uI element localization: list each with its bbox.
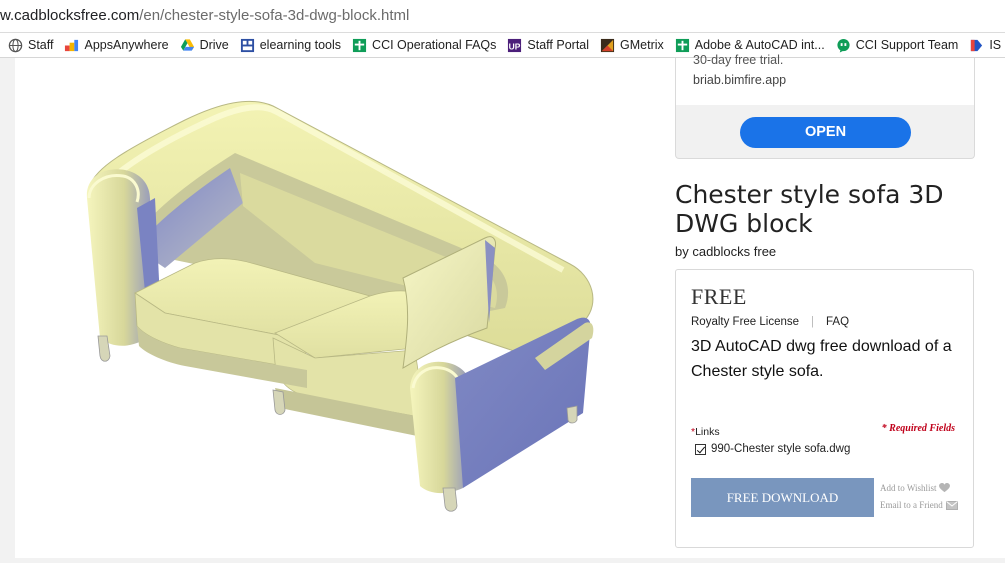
- bookmark-label: elearning tools: [259, 38, 342, 52]
- product-image[interactable]: [15, 58, 660, 558]
- file-name: 990-Chester style sofa.dwg: [711, 443, 851, 455]
- bookmark-label: Staff: [28, 38, 54, 52]
- add-to-wishlist-link[interactable]: Add to Wishlist: [880, 483, 951, 493]
- required-fields-note: * Required Fields: [881, 423, 955, 434]
- faq-link[interactable]: FAQ: [826, 316, 849, 328]
- bookmark-cci-support-team[interactable]: CCI Support Team: [836, 38, 959, 53]
- bookmark-label: IS: [989, 38, 1002, 52]
- ad-text-area: 30-day free trial. briab.bimfire.app: [676, 53, 974, 105]
- globe-icon: [8, 38, 23, 52]
- address-bar[interactable]: w.cadblocksfree.com/en/chester-style-sof…: [0, 0, 1005, 33]
- file-checkbox[interactable]: [695, 443, 706, 455]
- separator: |: [811, 316, 815, 328]
- bookmark-elearning-tools[interactable]: elearning tools: [240, 38, 341, 53]
- links-label: *Links: [691, 426, 720, 438]
- bookmark-label: Adobe & AutoCAD int...: [694, 38, 825, 52]
- drive-icon: [180, 38, 194, 51]
- svg-text:UP: UP: [509, 41, 521, 51]
- bookmark-label: CCI Operational FAQs: [372, 38, 497, 52]
- bookmark-adobe-autocad[interactable]: Adobe & AutoCAD int...: [675, 38, 825, 53]
- bookmark-label: CCI Support Team: [855, 38, 959, 52]
- bookmark-staff[interactable]: Staff: [8, 38, 53, 53]
- bookmark-drive[interactable]: Drive: [180, 38, 229, 53]
- email-friend-label: Email to a Friend: [880, 500, 943, 510]
- license-link[interactable]: Royalty Free License: [691, 316, 799, 328]
- free-download-button[interactable]: FREE DOWNLOAD: [691, 478, 874, 517]
- sofa-render-image: [86, 100, 594, 512]
- bookmark-appsanywhere[interactable]: AppsAnywhere: [64, 38, 169, 53]
- green-plus-icon: [675, 38, 689, 52]
- file-option[interactable]: 990-Chester style sofa.dwg: [695, 443, 850, 455]
- ad-trial-text: 30-day free trial.: [693, 53, 784, 67]
- up-icon: UP: [508, 38, 522, 52]
- ad-open-button[interactable]: OPEN: [740, 117, 911, 148]
- bookmarks-bar: Staff AppsAnywhere Drive elearning tools…: [0, 33, 1005, 58]
- product-title: Chester style sofa 3D DWG block: [675, 180, 944, 238]
- gmetrix-icon: [600, 38, 615, 52]
- bookmark-label: GMetrix: [620, 38, 664, 52]
- email-friend-link[interactable]: Email to a Friend: [880, 500, 958, 510]
- green-plus-icon: [352, 38, 367, 52]
- bookmark-label: Staff Portal: [527, 38, 590, 52]
- license-row: Royalty Free License | FAQ: [691, 316, 849, 328]
- url-text[interactable]: w.cadblocksfree.com/en/chester-style-sof…: [0, 7, 409, 24]
- bookmark-staff-portal[interactable]: UP Staff Portal: [507, 38, 589, 53]
- bookmark-label: AppsAnywhere: [84, 38, 169, 52]
- apps-icon: [65, 39, 79, 51]
- heart-icon: [939, 483, 951, 493]
- ad-card: 30-day free trial. briab.bimfire.app OPE…: [675, 53, 975, 159]
- bookmark-is[interactable]: IS: [969, 38, 1001, 53]
- chat-icon: [837, 38, 850, 53]
- bookmark-label: Drive: [199, 38, 229, 52]
- page-content: 30-day free trial. briab.bimfire.app OPE…: [15, 53, 1005, 558]
- product-description: 3D AutoCAD dwg free download of a Cheste…: [691, 338, 952, 380]
- download-card: FREE Royalty Free License | FAQ 3D AutoCAD…: [675, 269, 974, 548]
- is-icon: [971, 39, 983, 51]
- bookmark-gmetrix[interactable]: GMetrix: [600, 38, 664, 53]
- wishlist-label: Add to Wishlist: [880, 483, 937, 493]
- product-byline[interactable]: by cadblocks free: [675, 244, 776, 259]
- grid-icon: [240, 38, 254, 52]
- ad-domain[interactable]: briab.bimfire.app: [693, 73, 786, 87]
- price-label: FREE: [691, 284, 747, 309]
- bookmark-cci-operational-faqs[interactable]: CCI Operational FAQs: [352, 38, 496, 53]
- envelope-icon: [945, 500, 958, 510]
